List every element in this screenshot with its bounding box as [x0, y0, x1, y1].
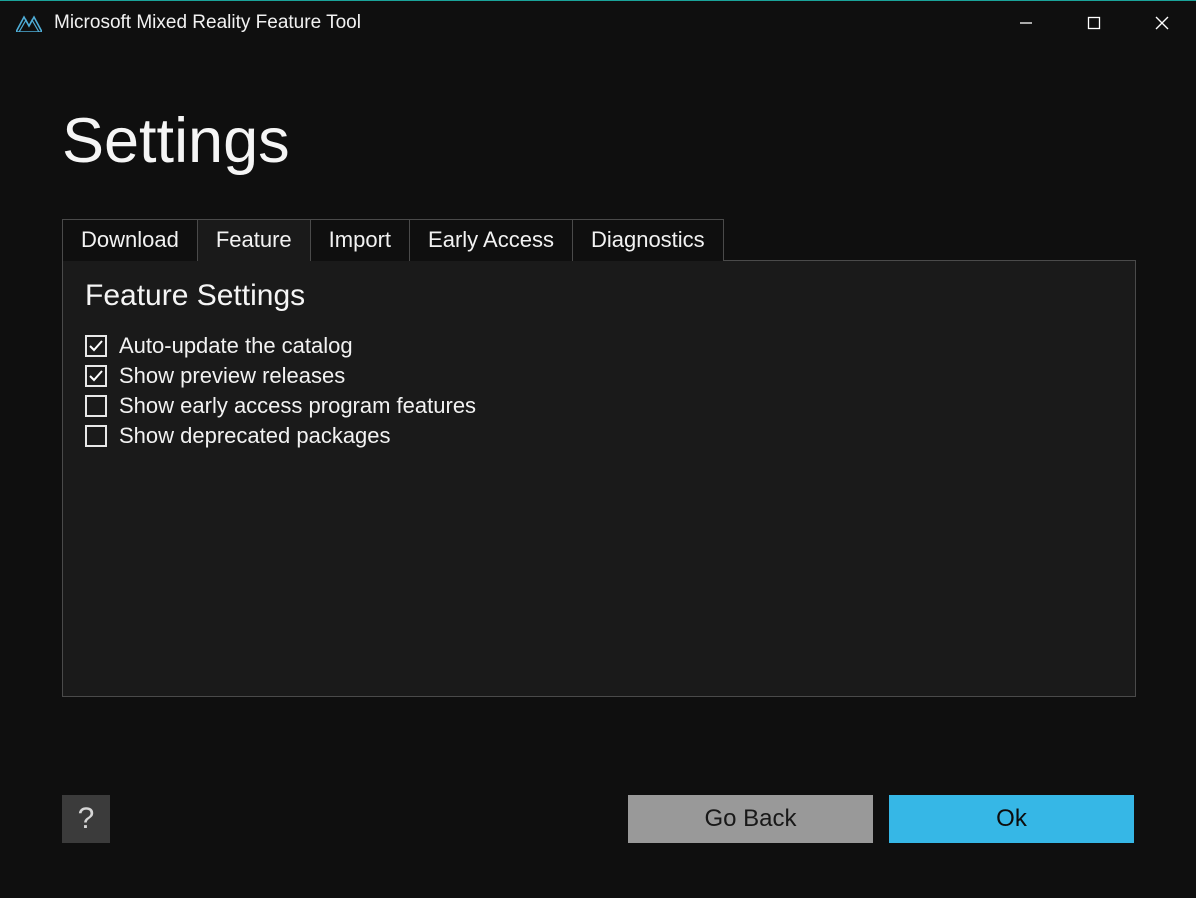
checkbox-icon[interactable]: [85, 425, 107, 447]
help-icon: ?: [78, 802, 95, 836]
checkbox-icon[interactable]: [85, 335, 107, 357]
tab-import[interactable]: Import: [310, 219, 410, 261]
button-label: Go Back: [704, 805, 796, 833]
go-back-button[interactable]: Go Back: [628, 795, 873, 843]
option-label: Show deprecated packages: [119, 423, 391, 449]
option-label: Show preview releases: [119, 363, 345, 389]
window-controls: [992, 1, 1196, 45]
window-title: Microsoft Mixed Reality Feature Tool: [54, 12, 361, 34]
option-label: Show early access program features: [119, 393, 476, 419]
maximize-button[interactable]: [1060, 1, 1128, 45]
option-show-deprecated[interactable]: Show deprecated packages: [85, 423, 1113, 449]
option-label: Auto-update the catalog: [119, 333, 353, 359]
option-show-early-access[interactable]: Show early access program features: [85, 393, 1113, 419]
panel-title: Feature Settings: [85, 279, 1113, 313]
checkbox-icon[interactable]: [85, 365, 107, 387]
tab-label: Feature: [216, 227, 292, 252]
app-icon: [16, 13, 42, 33]
checkbox-icon[interactable]: [85, 395, 107, 417]
tab-label: Diagnostics: [591, 227, 705, 252]
help-button[interactable]: ?: [62, 795, 110, 843]
close-button[interactable]: [1128, 1, 1196, 45]
option-auto-update[interactable]: Auto-update the catalog: [85, 333, 1113, 359]
tab-feature[interactable]: Feature: [197, 219, 311, 261]
titlebar: Microsoft Mixed Reality Feature Tool: [0, 1, 1196, 45]
minimize-button[interactable]: [992, 1, 1060, 45]
tab-label: Import: [329, 227, 391, 252]
tab-label: Download: [81, 227, 179, 252]
footer: ? Go Back Ok: [62, 795, 1134, 843]
ok-button[interactable]: Ok: [889, 795, 1134, 843]
tab-label: Early Access: [428, 227, 554, 252]
tab-download[interactable]: Download: [62, 219, 198, 261]
page: Settings Download Feature Import Early A…: [0, 45, 1196, 697]
tabstrip: Download Feature Import Early Access Dia…: [62, 219, 1134, 261]
tab-early-access[interactable]: Early Access: [409, 219, 573, 261]
option-show-preview[interactable]: Show preview releases: [85, 363, 1113, 389]
button-label: Ok: [996, 805, 1027, 833]
tab-diagnostics[interactable]: Diagnostics: [572, 219, 724, 261]
page-title: Settings: [62, 105, 1134, 177]
settings-panel: Feature Settings Auto-update the catalog…: [62, 260, 1136, 697]
